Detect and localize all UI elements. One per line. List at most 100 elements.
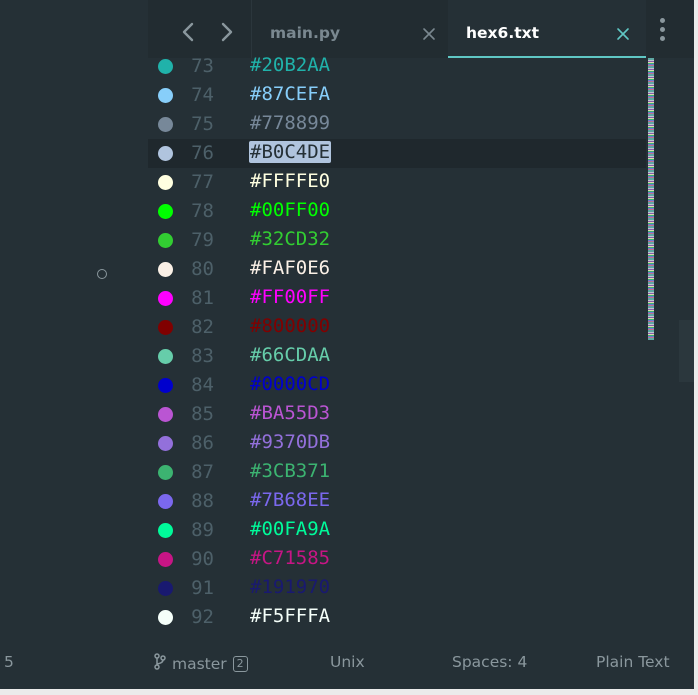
color-swatch (158, 175, 173, 190)
editor-area[interactable]: 73 #20B2AA 74 #87CEFA 75 #778899 76 #B0C4DE 77 #F… (148, 52, 694, 636)
color-swatch (158, 610, 173, 625)
line-number: 90 (191, 548, 214, 570)
syntax-selector[interactable]: Plain Text (596, 653, 670, 671)
code-line[interactable]: 73 #20B2AA (148, 52, 646, 81)
code-line[interactable]: 81 #FF00FF (148, 284, 646, 313)
color-swatch (158, 204, 173, 219)
chevron-left-icon[interactable] (177, 20, 199, 44)
code-text[interactable]: #191970 (249, 576, 331, 598)
code-line[interactable]: 76 #B0C4DE (148, 139, 646, 168)
code-text[interactable]: #66CDAA (249, 344, 331, 366)
sidebar-marker-icon[interactable] (97, 269, 107, 279)
line-number: 86 (191, 432, 214, 454)
more-vertical-icon[interactable] (656, 18, 668, 46)
color-swatch (158, 146, 173, 161)
line-ending-selector[interactable]: Unix (330, 653, 365, 671)
code-text[interactable]: #B0C4DE (249, 141, 332, 163)
line-number: 77 (191, 171, 214, 193)
tab-label: hex6.txt (466, 24, 540, 42)
code-text[interactable]: #20B2AA (249, 54, 331, 76)
line-number: 88 (191, 490, 214, 512)
code-text[interactable]: #0000CD (249, 373, 331, 395)
color-swatch (158, 465, 173, 480)
line-number: 83 (191, 345, 214, 367)
line-number: 92 (191, 606, 214, 628)
code-line[interactable]: 92 #F5FFFA (148, 603, 646, 632)
color-swatch (158, 88, 173, 103)
color-swatch (158, 494, 173, 509)
branch-count-badge: 2 (232, 655, 248, 672)
code-line[interactable]: 88 #7B68EE (148, 487, 646, 516)
line-number: 80 (191, 258, 214, 280)
code-line[interactable]: 78 #00FF00 (148, 197, 646, 226)
color-swatch (158, 117, 173, 132)
close-icon[interactable] (616, 26, 630, 40)
color-swatch (158, 349, 173, 364)
tab-hex6-txt[interactable]: hex6.txt (448, 0, 646, 58)
code-line[interactable]: 80 #FAF0E6 (148, 255, 646, 284)
chevron-right-icon[interactable] (216, 20, 238, 44)
tab-main-py[interactable]: main.py (251, 0, 449, 58)
code-text[interactable]: #FFFFE0 (249, 170, 331, 192)
code-line[interactable]: 91 #191970 (148, 574, 646, 603)
code-text[interactable]: #800000 (249, 315, 331, 337)
color-swatch (158, 552, 173, 567)
code-line[interactable]: 89 #00FA9A (148, 516, 646, 545)
color-swatch (158, 291, 173, 306)
code-text[interactable]: #9370DB (249, 431, 331, 453)
code-text[interactable]: #7B68EE (249, 489, 331, 511)
line-number: 89 (191, 519, 214, 541)
line-number: 84 (191, 374, 214, 396)
code-text[interactable]: #BA55D3 (249, 402, 331, 424)
code-text[interactable]: #32CD32 (249, 228, 331, 250)
code-text[interactable]: #00FA9A (249, 518, 331, 540)
code-line[interactable]: 83 #66CDAA (148, 342, 646, 371)
code-text[interactable]: #3CB371 (249, 460, 331, 482)
sidebar (0, 0, 148, 636)
color-swatch (158, 581, 173, 596)
scrollbar-thumb[interactable] (679, 320, 694, 382)
code-line[interactable]: 77 #FFFFE0 (148, 168, 646, 197)
line-number: 81 (191, 287, 214, 309)
code-text[interactable]: #FAF0E6 (249, 257, 331, 279)
code-line[interactable]: 87 #3CB371 (148, 458, 646, 487)
line-number: 75 (191, 113, 214, 135)
code-line[interactable]: 75 #778899 (148, 110, 646, 139)
code-line[interactable]: 74 #87CEFA (148, 81, 646, 110)
git-branch-icon (154, 653, 166, 674)
editor-window: main.py hex6.txt 73 #20B2AA 74 #87CEFA 75 #77… (0, 0, 694, 689)
line-indicator: 5 (4, 653, 14, 671)
code-text[interactable]: #87CEFA (249, 83, 331, 105)
code-line[interactable]: 79 #32CD32 (148, 226, 646, 255)
indentation-selector[interactable]: Spaces: 4 (452, 653, 527, 671)
code-text[interactable]: #C71585 (249, 547, 331, 569)
color-swatch (158, 233, 173, 248)
line-number: 79 (191, 229, 214, 251)
code-text[interactable]: #FF00FF (249, 286, 331, 308)
line-number: 85 (191, 403, 214, 425)
code-line[interactable]: 86 #9370DB (148, 429, 646, 458)
color-swatch (158, 407, 173, 422)
code-line[interactable]: 85 #BA55D3 (148, 400, 646, 429)
code-line[interactable]: 90 #C71585 (148, 545, 646, 574)
code-line[interactable]: 82 #800000 (148, 313, 646, 342)
color-swatch (158, 378, 173, 393)
tab-bar: main.py hex6.txt (148, 0, 694, 58)
code-text[interactable]: #00FF00 (249, 199, 331, 221)
line-number: 74 (191, 84, 214, 106)
line-number: 78 (191, 200, 214, 222)
code-text[interactable]: #F5FFFA (249, 605, 331, 627)
color-swatch (158, 59, 173, 74)
code-line[interactable]: 84 #0000CD (148, 371, 646, 400)
line-number: 76 (191, 142, 214, 164)
line-number: 87 (191, 461, 214, 483)
minimap[interactable] (648, 58, 654, 340)
color-swatch (158, 436, 173, 451)
tab-label: main.py (270, 24, 341, 42)
color-swatch (158, 262, 173, 277)
close-icon[interactable] (422, 26, 436, 40)
line-number: 82 (191, 316, 214, 338)
git-branch-status[interactable]: master 2 (154, 653, 248, 674)
line-number: 73 (191, 55, 214, 77)
code-text[interactable]: #778899 (249, 112, 331, 134)
